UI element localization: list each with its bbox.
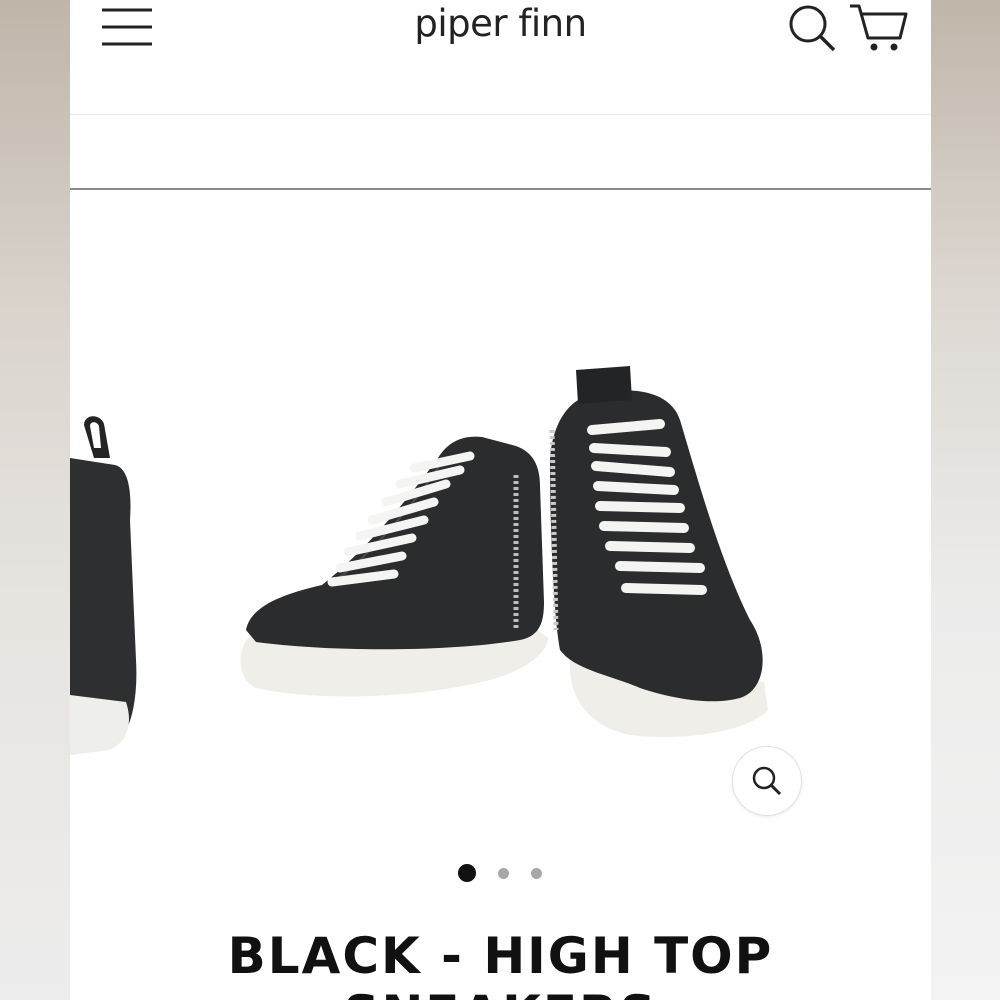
gallery-pagination xyxy=(70,862,931,886)
product-image-sneakers xyxy=(70,366,768,755)
product-title-line-2: SNEAKERS xyxy=(343,985,657,1000)
gallery-dot-2[interactable] xyxy=(498,868,509,879)
gallery-dot-3[interactable] xyxy=(531,868,542,879)
gallery-dot-1[interactable] xyxy=(458,864,476,882)
site-header: piper finn xyxy=(70,0,931,115)
search-button[interactable] xyxy=(788,2,838,52)
product-title: BLACK - HIGH TOP SNEAKERS xyxy=(70,927,931,1000)
search-icon xyxy=(789,5,836,52)
product-title-line-1: BLACK - HIGH TOP xyxy=(227,927,774,985)
product-page: piper finn BLACK - HIGH TOP xyxy=(70,0,931,1000)
announcement-bar xyxy=(70,115,931,190)
cart-icon xyxy=(850,4,908,51)
background-blur-right xyxy=(930,0,1000,1000)
product-image-gallery[interactable] xyxy=(70,190,931,840)
background-blur-left xyxy=(0,0,70,1000)
cart-button[interactable] xyxy=(848,0,910,56)
zoom-button[interactable] xyxy=(732,746,802,816)
zoom-icon xyxy=(752,766,782,796)
